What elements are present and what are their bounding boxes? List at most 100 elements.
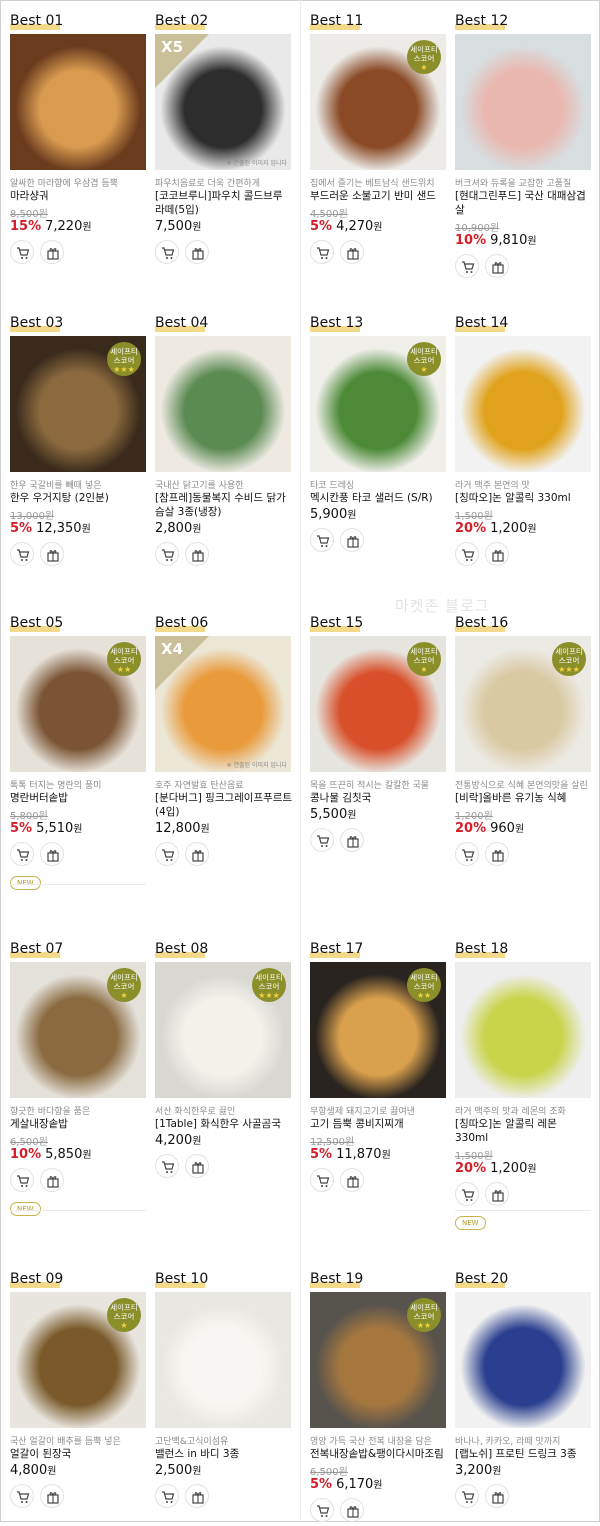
product-card[interactable]: Best 17 세이프티 스코어 ★★ 무항생제 돼지고기로 끓여낸 고기 듬뿍 콩… (310, 940, 448, 1194)
cart-button[interactable] (10, 1484, 34, 1508)
product-card[interactable]: Best 03 세이프티 스코어 ★★★ 한우 국갈비를 빼때 넣은 한우 우거지탕… (10, 314, 148, 568)
product-card[interactable]: Best 06 X4 ※ 연출된 이미지 입니다 호주 자연발효 탄산음료 [분… (155, 614, 293, 868)
cart-button[interactable] (455, 1484, 479, 1508)
gift-button[interactable] (485, 254, 509, 278)
product-name[interactable]: [현대그린푸드] 국산 대패삼겹살 (455, 189, 593, 217)
cart-button[interactable] (310, 1498, 334, 1522)
product-image[interactable]: 세이프티 스코어 ★★ (310, 1292, 446, 1428)
product-card[interactable]: Best 05 세이프티 스코어 ★★ 톡톡 터지는 명란의 풍미 명란버터솥밥 5… (10, 614, 148, 890)
cart-button[interactable] (310, 1168, 334, 1192)
gift-button[interactable] (485, 842, 509, 866)
gift-button[interactable] (185, 842, 209, 866)
product-image[interactable]: 세이프티 스코어 ★★★ (10, 336, 146, 472)
product-card[interactable]: Best 09 세이프티 스코어 ★ 국산 얼갈이 배추를 듬뿍 넣은 얼갈이 된장… (10, 1270, 148, 1510)
product-image[interactable] (155, 1292, 291, 1428)
cart-button[interactable] (455, 1182, 479, 1206)
product-name[interactable]: 전복내장솥밥&팽이다시마조림 (310, 1447, 448, 1461)
cart-button[interactable] (155, 842, 179, 866)
gift-button[interactable] (40, 842, 64, 866)
product-card[interactable]: Best 15 세이프티 스코어 ★ 목을 뜨끈히 적시는 칼칼한 국물 콩나물 김… (310, 614, 448, 854)
product-name[interactable]: 멕시칸풍 타코 샐러드 (S/R) (310, 491, 448, 505)
product-card[interactable]: Best 20 바나나, 카카오, 라떼 맛까지 [랩노쉬] 프로틴 드링크 3… (455, 1270, 593, 1510)
cart-button[interactable] (455, 842, 479, 866)
product-name[interactable]: 게살내장솥밥 (10, 1117, 148, 1131)
gift-button[interactable] (485, 542, 509, 566)
product-card[interactable]: Best 01 알싸한 마라향에 우삼겹 듬뿍 마라샹궈 8,500원 15% 7… (10, 12, 148, 266)
product-card[interactable]: Best 12 버크셔와 듀록을 교잡한 고품질 [현대그린푸드] 국산 대패삼… (455, 12, 593, 280)
product-card[interactable]: Best 16 세이프티 스코어 ★★★ 전통방식으로 식혜 본연의맛을 살린 [비… (455, 614, 593, 868)
product-image[interactable]: X5 ※ 연출된 이미지 입니다 (155, 34, 291, 170)
gift-button[interactable] (340, 528, 364, 552)
product-image[interactable]: 세이프티 스코어 ★★ (10, 636, 146, 772)
product-card[interactable]: Best 04 국내산 닭고기를 사용한 [참프레]동물복지 수비드 닭가슴살 … (155, 314, 293, 568)
gift-button[interactable] (40, 1484, 64, 1508)
gift-button[interactable] (185, 1154, 209, 1178)
product-name[interactable]: 한우 우거지탕 (2인분) (10, 491, 148, 505)
product-name[interactable]: [칭따오]논 알콜릭 330ml (455, 491, 593, 505)
product-image[interactable]: 세이프티 스코어 ★ (310, 636, 446, 772)
product-image[interactable]: 세이프티 스코어 ★ (10, 962, 146, 1098)
cart-button[interactable] (10, 240, 34, 264)
gift-button[interactable] (185, 240, 209, 264)
cart-button[interactable] (310, 828, 334, 852)
product-name[interactable]: 명란버터솥밥 (10, 791, 148, 805)
product-image[interactable]: 세이프티 스코어 ★★★ (455, 636, 591, 772)
product-image[interactable]: 세이프티 스코어 ★ (310, 336, 446, 472)
cart-button[interactable] (155, 240, 179, 264)
product-image[interactable] (455, 1292, 591, 1428)
gift-button[interactable] (40, 1168, 64, 1192)
product-name[interactable]: [1Table] 화식한우 사골곰국 (155, 1117, 293, 1131)
product-name[interactable]: [코코브루니]파우치 콜드브루 라떼(5입) (155, 189, 293, 217)
cart-button[interactable] (455, 254, 479, 278)
product-card[interactable]: Best 10 고단백&고식이섬유 밸런스 in 바디 3종 2,500원 (155, 1270, 293, 1510)
cart-button[interactable] (10, 1168, 34, 1192)
product-name[interactable]: 밸런스 in 바디 3종 (155, 1447, 293, 1461)
gift-button[interactable] (485, 1484, 509, 1508)
cart-button[interactable] (10, 542, 34, 566)
gift-button[interactable] (40, 542, 64, 566)
product-name[interactable]: [칭따오]논 알콜릭 레몬 330ml (455, 1117, 593, 1145)
product-image[interactable]: 세이프티 스코어 ★ (10, 1292, 146, 1428)
cart-button[interactable] (155, 1154, 179, 1178)
product-card[interactable]: Best 11 세이프티 스코어 ★ 집에서 즐기는 베트남식 샌드위치 부드러운 … (310, 12, 448, 266)
cart-button[interactable] (455, 542, 479, 566)
product-card[interactable]: Best 08 세이프티 스코어 ★★★ 서산 화식한우로 끓인 [1Table] … (155, 940, 293, 1180)
cart-button[interactable] (310, 240, 334, 264)
product-image[interactable] (455, 336, 591, 472)
product-image[interactable] (155, 336, 291, 472)
product-card[interactable]: Best 18 라거 맥주의 맛과 레몬의 조화 [칭따오]논 알콜릭 레몬 3… (455, 940, 593, 1230)
product-name[interactable]: [참프레]동물복지 수비드 닭가슴살 3종(냉장) (155, 491, 293, 519)
cart-button[interactable] (155, 542, 179, 566)
product-card[interactable]: Best 14 라거 맥주 본연의 맛 [칭따오]논 알콜릭 330ml 1,5… (455, 314, 593, 568)
gift-button[interactable] (40, 240, 64, 264)
product-name[interactable]: [랩노쉬] 프로틴 드링크 3종 (455, 1447, 593, 1461)
product-name[interactable]: [비락]올바른 유기농 식혜 (455, 791, 593, 805)
product-card[interactable]: Best 07 세이프티 스코어 ★ 향긋한 바다향을 품은 게살내장솥밥 6,50… (10, 940, 148, 1216)
product-name[interactable]: 콩나물 김칫국 (310, 791, 448, 805)
product-name[interactable]: [분다버그] 핑크그레이프푸르트(4입) (155, 791, 293, 819)
gift-button[interactable] (340, 1168, 364, 1192)
product-image[interactable] (455, 962, 591, 1098)
product-image[interactable]: 세이프티 스코어 ★★★ (155, 962, 291, 1098)
product-image[interactable] (10, 34, 146, 170)
product-name[interactable]: 마라샹궈 (10, 189, 148, 203)
gift-button[interactable] (185, 542, 209, 566)
product-image[interactable]: X4 ※ 연출된 이미지 입니다 (155, 636, 291, 772)
product-card[interactable]: Best 02 X5 ※ 연출된 이미지 입니다 파우치음료로 더욱 간편하게 … (155, 12, 293, 266)
product-name[interactable]: 얼갈이 된장국 (10, 1447, 148, 1461)
product-image[interactable]: 세이프티 스코어 ★★ (310, 962, 446, 1098)
cart-button[interactable] (155, 1484, 179, 1508)
product-name[interactable]: 부드러운 소불고기 반미 샌드 (310, 189, 448, 203)
product-image[interactable]: 세이프티 스코어 ★ (310, 34, 446, 170)
product-card[interactable]: Best 13 세이프티 스코어 ★ 타코 드레싱 멕시칸풍 타코 샐러드 (S/R… (310, 314, 448, 554)
product-image[interactable] (455, 34, 591, 170)
cart-button[interactable] (10, 842, 34, 866)
gift-button[interactable] (340, 1498, 364, 1522)
product-name[interactable]: 고기 듬뿍 콩비지찌개 (310, 1117, 448, 1131)
product-card[interactable]: Best 19 세이프티 스코어 ★★ 영양 가득 국산 전복 내장을 담은 전복내… (310, 1270, 448, 1524)
cart-button[interactable] (310, 528, 334, 552)
gift-button[interactable] (340, 240, 364, 264)
gift-button[interactable] (485, 1182, 509, 1206)
gift-button[interactable] (185, 1484, 209, 1508)
gift-button[interactable] (340, 828, 364, 852)
